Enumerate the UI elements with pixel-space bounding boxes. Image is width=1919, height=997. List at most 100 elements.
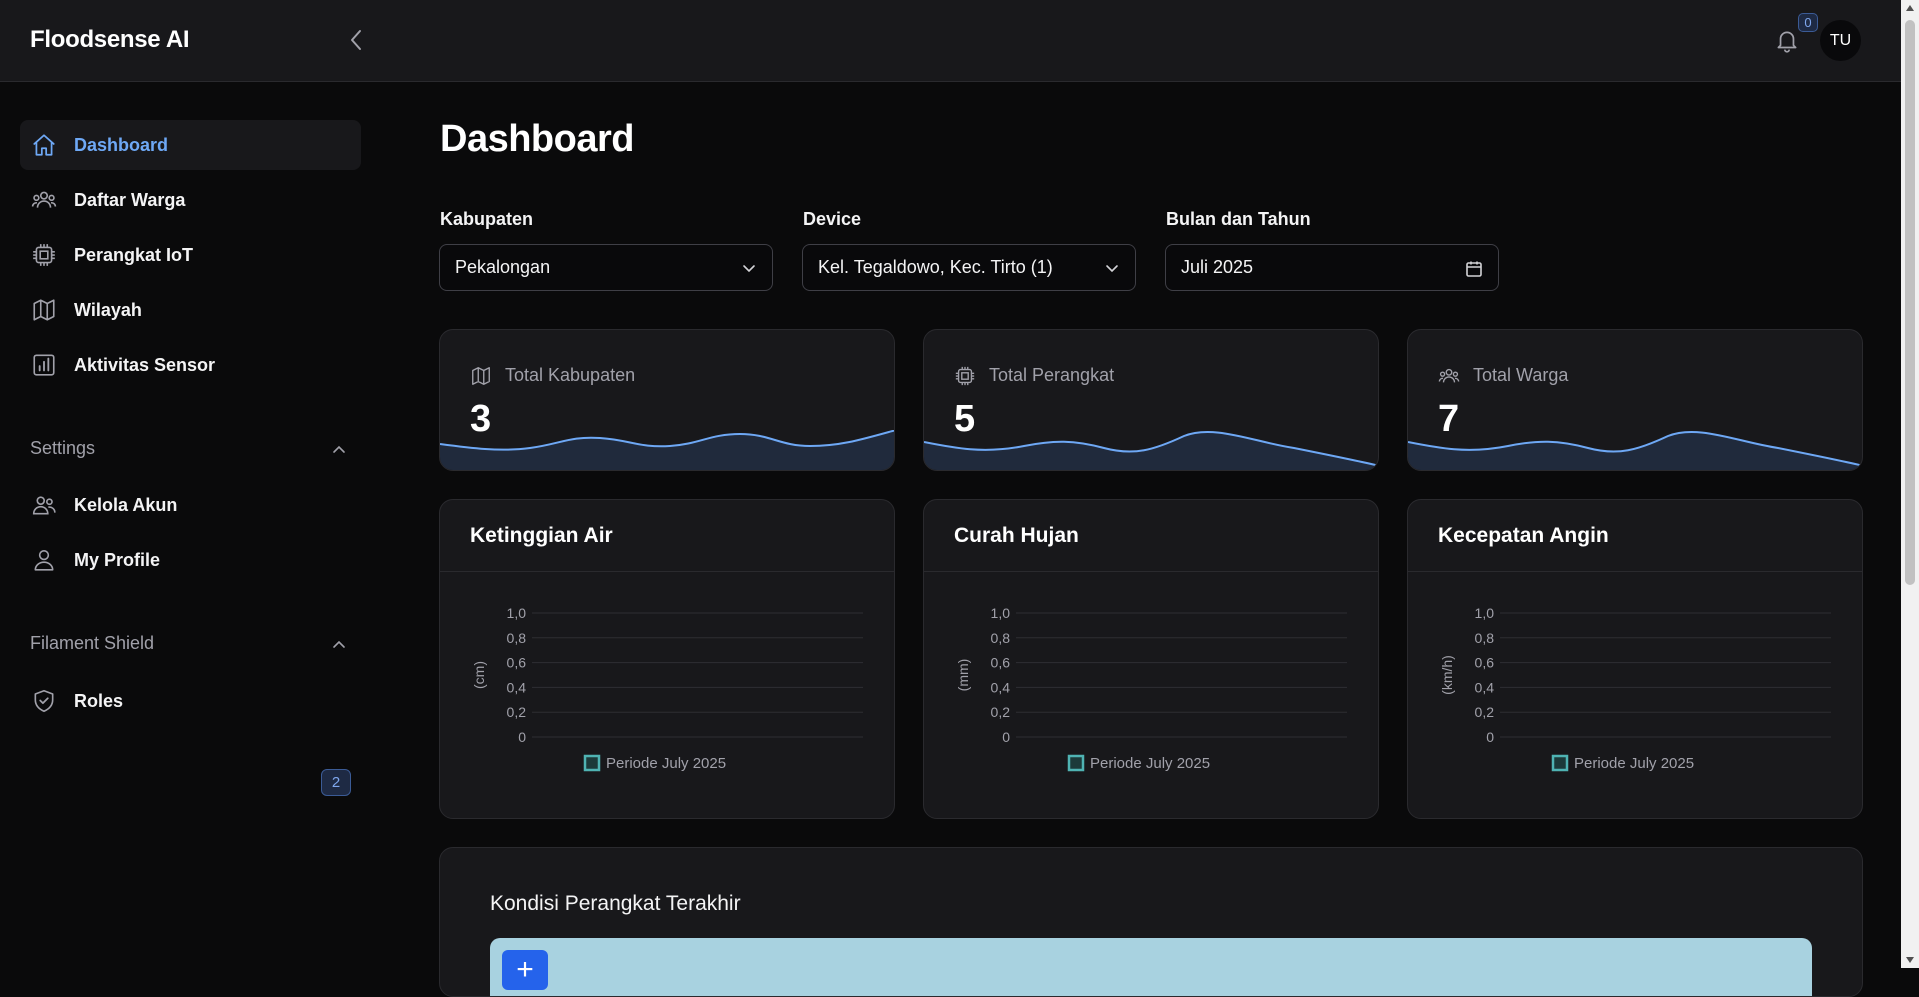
kabupaten-label: Kabupaten — [440, 209, 534, 229]
legend-label[interactable]: Periode July 2025 — [1574, 755, 1694, 772]
cpu-chip-icon — [30, 241, 58, 269]
sidebar-item-label: Wilayah — [74, 299, 142, 320]
chart-title: Curah Hujan — [954, 524, 1079, 547]
legend-label[interactable]: Periode July 2025 — [1090, 755, 1210, 772]
legend-swatch[interactable] — [1551, 754, 1569, 772]
sparkline-chart — [440, 430, 894, 470]
device-label: Device — [803, 209, 862, 229]
page-scrollbar[interactable] — [1901, 0, 1919, 968]
users-icon — [1438, 368, 1460, 383]
chart-card-kecepatan-angin: Kecepatan Angin 1,0 0,8 0,6 0,4 0,2 0 (km/h) Pe… — [1407, 499, 1863, 819]
sidebar-item-label: Kelola Akun — [74, 494, 178, 515]
sidebar-item-label: Aktivitas Sensor — [74, 354, 216, 375]
sidebar-item-label: Roles — [74, 690, 124, 711]
group-label-settings: Settings — [30, 438, 96, 458]
sidebar-item-roles[interactable]: Roles — [20, 676, 361, 726]
period-label: Bulan dan Tahun — [1166, 209, 1311, 229]
sparkline-chart — [924, 431, 1378, 470]
y-axis-label: (mm) — [955, 659, 971, 692]
sidebar-item-perangkat-iot[interactable]: Perangkat IoT — [20, 230, 361, 280]
y-tick-label: 0 — [1002, 729, 1010, 745]
y-tick-label: 0,8 — [1475, 630, 1495, 646]
sidebar-item-daftar-warga[interactable]: Daftar Warga — [20, 175, 361, 225]
sidebar-item-label: Daftar Warga — [74, 189, 186, 210]
map-card: Kondisi Perangkat Terakhir + — [439, 847, 1863, 997]
chart-title: Ketinggian Air — [470, 524, 613, 547]
y-tick-label: 0,6 — [991, 655, 1011, 671]
line-chart: 1,0 0,8 0,6 0,4 0,2 0 (mm) Periode July 2025 — [955, 605, 1347, 772]
device-value: Kel. Tegaldowo, Kec. Tirto (1) — [818, 257, 1053, 277]
scroll-down-arrow-icon[interactable] — [1906, 957, 1914, 963]
y-axis-label: (km/h) — [1439, 655, 1455, 695]
y-tick-label: 0 — [518, 729, 526, 745]
chevron-down-icon — [743, 265, 755, 273]
y-tick-label: 0,4 — [991, 679, 1011, 695]
chart-card-curah-hujan: Curah Hujan 1,0 0,8 0,6 0,4 0,2 0 (mm) Periode … — [923, 499, 1379, 819]
users-icon — [30, 186, 58, 214]
chevron-up-icon[interactable] — [330, 636, 348, 654]
kabupaten-value: Pekalongan — [455, 257, 551, 277]
period-value: Juli 2025 — [1181, 257, 1254, 277]
y-tick-label: 0,2 — [507, 704, 527, 720]
map-zoom-in-button[interactable]: + — [502, 950, 548, 990]
scroll-up-arrow-icon[interactable] — [1906, 5, 1914, 11]
chart-card-ketinggian-air: Ketinggian Air 1,0 0,8 0,6 0,4 0,2 0 (cm) Perio… — [439, 499, 895, 819]
sidebar-item-label: Perangkat IoT — [74, 244, 194, 265]
users-icon — [30, 491, 58, 519]
line-chart: 1,0 0,8 0,6 0,4 0,2 0 (km/h) Periode July 2025 — [1439, 605, 1831, 772]
period-date-input[interactable]: Juli 2025 — [1165, 244, 1499, 291]
legend-swatch[interactable] — [583, 754, 601, 772]
map-icon — [472, 367, 490, 385]
chevron-up-icon[interactable] — [330, 441, 348, 459]
bell-icon — [1777, 31, 1797, 53]
y-tick-label: 0,6 — [507, 655, 527, 671]
sidebar-item-label: Dashboard — [74, 134, 169, 155]
page-title: Dashboard — [440, 118, 634, 160]
stat-label: Total Warga — [1473, 365, 1569, 385]
chart-title: Kecepatan Angin — [1438, 524, 1609, 547]
stat-card-total-warga: Total Warga 7 — [1407, 329, 1863, 471]
sidebar-collapse-button[interactable] — [340, 24, 372, 56]
y-tick-label: 1,0 — [507, 605, 527, 621]
y-tick-label: 0 — [1486, 729, 1494, 745]
sidebar-item-label: My Profile — [74, 549, 161, 570]
chevron-down-icon — [1106, 265, 1118, 273]
sidebar-item-wilayah[interactable]: Wilayah — [20, 285, 361, 335]
avatar[interactable]: TU — [1820, 20, 1861, 61]
y-axis-label: (cm) — [471, 661, 487, 689]
sidebar: Dashboard Daftar Warga Perangkat IoT Wil… — [0, 83, 380, 968]
kabupaten-select[interactable]: Pekalongan — [439, 244, 773, 291]
sidebar-item-dashboard[interactable]: Dashboard — [20, 120, 361, 170]
calendar-icon[interactable] — [1465, 260, 1483, 278]
sidebar-item-aktivitas-sensor[interactable]: Aktivitas Sensor — [20, 340, 361, 390]
notification-count-badge: 0 — [1798, 13, 1818, 32]
brand-name[interactable]: Floodsense AI — [30, 26, 190, 54]
line-chart: 1,0 0,8 0,6 0,4 0,2 0 (cm) Periode July 2025 — [471, 605, 863, 772]
user-icon — [30, 546, 58, 574]
y-tick-label: 0,8 — [991, 630, 1011, 646]
group-label-filament-shield: Filament Shield — [30, 633, 155, 653]
y-tick-label: 0,2 — [991, 704, 1011, 720]
sidebar-item-my-profile[interactable]: My Profile — [20, 535, 361, 585]
y-tick-label: 0,4 — [1475, 679, 1495, 695]
stat-label: Total Perangkat — [989, 365, 1115, 385]
legend-label[interactable]: Periode July 2025 — [606, 755, 726, 772]
scrollbar-thumb[interactable] — [1905, 20, 1915, 585]
y-tick-label: 1,0 — [991, 605, 1011, 621]
y-tick-label: 0,4 — [507, 679, 527, 695]
sidebar-item-kelola-akun[interactable]: Kelola Akun — [20, 480, 361, 530]
roles-count-badge: 2 — [321, 769, 351, 796]
stat-card-total-perangkat: Total Perangkat 5 — [923, 329, 1379, 471]
shield-check-icon — [30, 687, 58, 715]
map-icon — [30, 296, 58, 324]
cpu-chip-icon — [955, 366, 975, 386]
legend-swatch[interactable] — [1067, 754, 1085, 772]
device-select[interactable]: Kel. Tegaldowo, Kec. Tirto (1) — [802, 244, 1136, 291]
stat-card-total-kabupaten: Total Kabupaten 3 — [439, 329, 895, 471]
topbar: Floodsense AI 0 TU — [0, 0, 1901, 82]
home-icon — [30, 131, 58, 159]
sparkline-chart — [1408, 431, 1862, 470]
map-section-title: Kondisi Perangkat Terakhir — [490, 892, 741, 915]
y-tick-label: 1,0 — [1475, 605, 1495, 621]
bar-chart-icon — [30, 351, 58, 379]
